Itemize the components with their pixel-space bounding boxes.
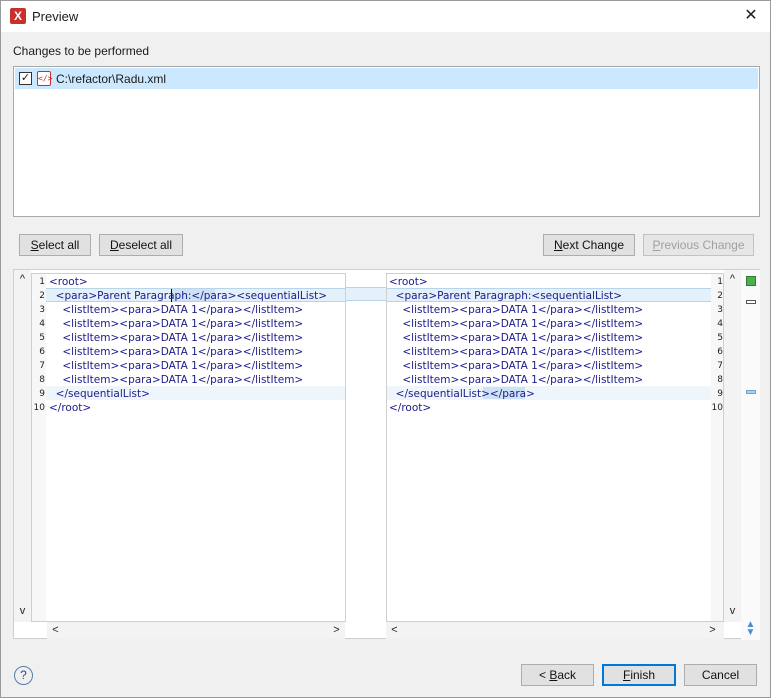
finish-button[interactable]: Finish: [602, 664, 676, 686]
select-all-button[interactable]: Select all: [19, 234, 91, 256]
code-line: <listItem><para>DATA 1</para></listItem>: [49, 374, 304, 386]
expand-collapse-icon[interactable]: ▲ ▼: [743, 620, 758, 638]
code-line: </root>: [49, 402, 92, 414]
line-number: 3: [39, 305, 45, 315]
preview-dialog: X Preview ✕ Changes to be performed ✓ </…: [0, 0, 771, 698]
code-line: <para>Parent Paragraph:<sequentialList>: [389, 290, 623, 302]
line-number: 1: [39, 277, 45, 287]
scroll-right-icon[interactable]: >: [704, 622, 721, 639]
code-line: <listItem><para>DATA 1</para></listItem>: [389, 360, 644, 372]
scroll-down-icon[interactable]: v: [14, 603, 31, 620]
left-horizontal-scrollbar[interactable]: < >: [47, 622, 345, 639]
line-number: 8: [717, 375, 723, 385]
code-line: </root>: [389, 402, 432, 414]
next-change-mnemonic: N: [553, 238, 563, 252]
line-number: 7: [717, 361, 723, 371]
scroll-left-icon[interactable]: <: [47, 622, 64, 639]
scroll-right-icon[interactable]: >: [328, 622, 345, 639]
line-number: 6: [717, 347, 723, 357]
scroll-left-icon[interactable]: <: [386, 622, 403, 639]
scroll-down-icon[interactable]: v: [724, 603, 741, 620]
code-line: <listItem><para>DATA 1</para></listItem>: [49, 346, 304, 358]
line-number: 9: [717, 389, 723, 399]
line-number: 1: [717, 277, 723, 287]
code-line: <listItem><para>DATA 1</para></listItem>: [49, 304, 304, 316]
select-all-label: elect all: [38, 238, 80, 252]
finish-label: inish: [630, 668, 656, 682]
code-line: <listItem><para>DATA 1</para></listItem>: [389, 346, 644, 358]
code-line: <root>: [389, 276, 428, 288]
close-icon[interactable]: ✕: [740, 5, 762, 27]
line-number: 2: [39, 291, 45, 301]
previous-change-label: revious Change: [660, 238, 745, 252]
right-code-pane[interactable]: <root> 1 <para>Parent Paragraph:<sequenti…: [386, 273, 724, 622]
right-vertical-scrollbar[interactable]: ^ v: [724, 270, 741, 622]
overview-status-icon: [746, 276, 756, 286]
deselect-all-label: eselect all: [118, 238, 173, 252]
line-number: 4: [39, 319, 45, 329]
scroll-up-icon[interactable]: ^: [14, 271, 31, 288]
back-prefix: <: [538, 668, 550, 682]
next-change-label: ext Change: [562, 238, 625, 252]
line-number: 10: [711, 403, 723, 413]
line-number: 4: [717, 319, 723, 329]
code-line: </sequentialList>: [49, 388, 150, 400]
code-line: <listItem><para>DATA 1</para></listItem>: [389, 332, 644, 344]
left-code-pane[interactable]: <root> 1 <para>Parent Paragraph:</para><s…: [31, 273, 346, 622]
diff-overview-ruler[interactable]: ▲ ▼: [741, 270, 760, 640]
left-vertical-scrollbar[interactable]: ^ v: [14, 270, 31, 622]
diff-connector: [346, 287, 386, 301]
changes-file-list[interactable]: ✓ </> C:\refactor\Radu.xml: [13, 66, 760, 217]
previous-change-button[interactable]: Previous Change: [643, 234, 754, 256]
help-icon[interactable]: ?: [14, 666, 33, 685]
line-number: 10: [33, 403, 45, 413]
oxygen-app-icon: X: [10, 8, 26, 24]
line-number: 3: [717, 305, 723, 315]
line-number: 2: [717, 291, 723, 301]
back-button[interactable]: < Back: [521, 664, 594, 686]
overview-change-marker[interactable]: [746, 390, 756, 394]
back-label: ack: [557, 668, 577, 682]
file-path: C:\refactor\Radu.xml: [56, 72, 167, 86]
cancel-button[interactable]: Cancel: [684, 664, 757, 686]
deselect-all-mnemonic: D: [109, 238, 119, 252]
scroll-up-icon[interactable]: ^: [724, 271, 741, 288]
next-change-button[interactable]: Next Change: [543, 234, 635, 256]
code-line: <root>: [49, 276, 88, 288]
right-horizontal-scrollbar[interactable]: < >: [386, 622, 724, 639]
code-line: <listItem><para>DATA 1</para></listItem>: [389, 374, 644, 386]
line-number: 5: [717, 333, 723, 343]
line-number: 6: [39, 347, 45, 357]
code-line: <listItem><para>DATA 1</para></listItem>: [49, 318, 304, 330]
line-number: 7: [39, 361, 45, 371]
file-checkbox[interactable]: ✓: [19, 72, 32, 85]
overview-change-marker[interactable]: [746, 300, 756, 304]
line-number: 8: [39, 375, 45, 385]
deselect-all-button[interactable]: Deselect all: [99, 234, 183, 256]
changes-label: Changes to be performed: [13, 44, 150, 58]
code-line: <listItem><para>DATA 1</para></listItem>: [49, 360, 304, 372]
list-item[interactable]: ✓ </> C:\refactor\Radu.xml: [15, 68, 758, 89]
code-line: <para>Parent Paragraph:</para><sequentia…: [49, 290, 328, 302]
window-title: Preview: [32, 9, 79, 24]
line-number: 9: [39, 389, 45, 399]
select-all-mnemonic: S: [30, 238, 39, 252]
code-line: <listItem><para>DATA 1</para></listItem>: [49, 332, 304, 344]
code-line: <listItem><para>DATA 1</para></listItem>: [389, 304, 644, 316]
xml-file-icon: </>: [37, 71, 52, 86]
diff-viewer: ^ v <root> 1 <para>Parent Paragraph:</par…: [13, 269, 760, 640]
code-line: </sequentialList></para>: [389, 388, 535, 400]
line-number: 5: [39, 333, 45, 343]
title-bar: X Preview ✕: [1, 1, 770, 32]
code-line: <listItem><para>DATA 1</para></listItem>: [389, 318, 644, 330]
